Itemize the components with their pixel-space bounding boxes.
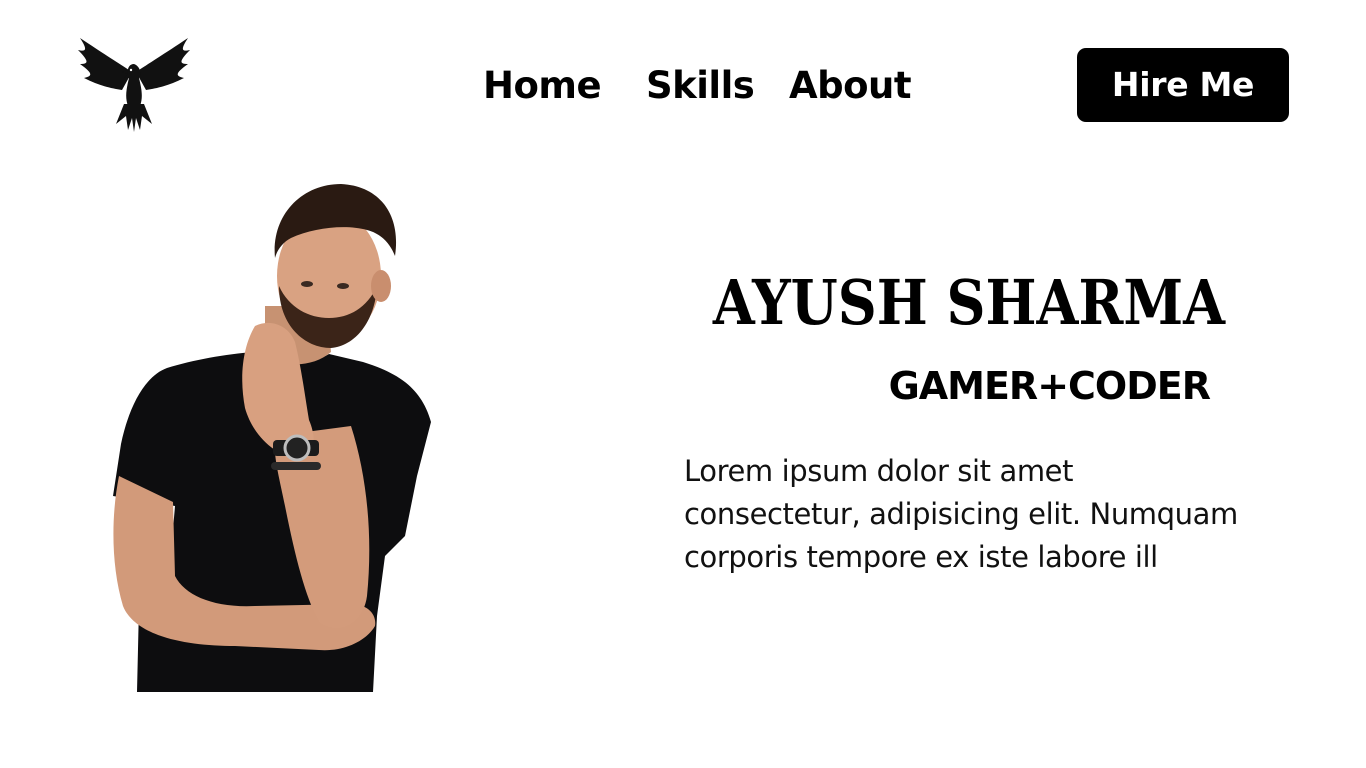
portrait-image bbox=[105, 176, 445, 692]
nav-link-home[interactable]: Home bbox=[483, 62, 602, 110]
hero-name: AYUSH SHARMA bbox=[712, 265, 1225, 339]
hire-me-button[interactable]: Hire Me bbox=[1077, 48, 1289, 122]
page: Home Skills About Hire Me AYUSH SHARMA G… bbox=[0, 0, 1366, 768]
hero-description: Lorem ipsum dolor sit amet consectetur, … bbox=[684, 454, 1238, 574]
nav-link-skills[interactable]: Skills bbox=[646, 62, 755, 110]
nav-link-about[interactable]: About bbox=[789, 62, 912, 110]
hero-tagline: GAMER+CODER bbox=[888, 364, 1211, 408]
